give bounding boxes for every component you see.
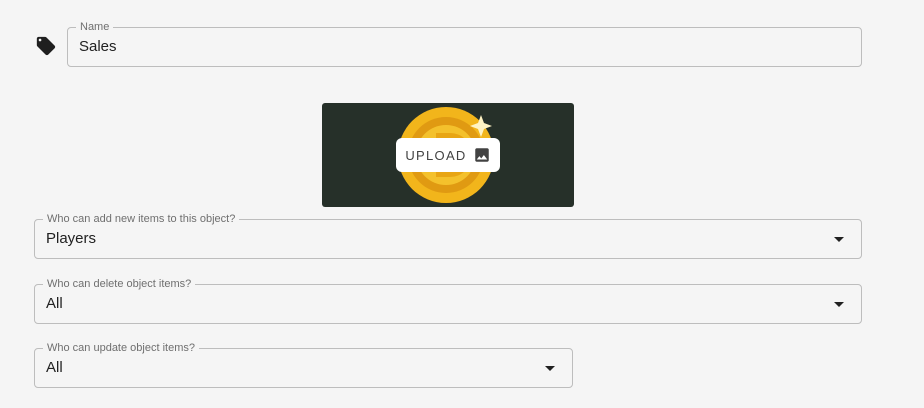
object-image-preview[interactable]: UPLOAD: [322, 103, 574, 207]
delete-permission-label: Who can delete object items?: [43, 277, 196, 291]
upload-button-label: UPLOAD: [405, 147, 467, 163]
tag-icon: [36, 36, 56, 56]
dropdown-arrow-icon[interactable]: [545, 366, 555, 371]
name-field-value[interactable]: Sales: [79, 38, 117, 56]
name-field-label: Name: [76, 20, 114, 34]
update-permission-select[interactable]: Who can update object items? All: [34, 341, 573, 388]
add-permission-value: Players: [46, 230, 97, 247]
dropdown-arrow-icon[interactable]: [834, 302, 844, 307]
dropdown-arrow-icon[interactable]: [834, 237, 844, 242]
update-permission-label: Who can update object items?: [43, 341, 199, 355]
add-permission-label: Who can add new items to this object?: [43, 212, 240, 226]
update-permission-value: All: [46, 359, 63, 376]
upload-button[interactable]: UPLOAD: [396, 138, 500, 172]
object-form: Name Sales UPLOAD Who can add new items …: [0, 0, 924, 408]
name-field[interactable]: Name Sales: [67, 20, 862, 67]
image-icon: [474, 148, 489, 162]
delete-permission-value: All: [46, 295, 63, 312]
delete-permission-select[interactable]: Who can delete object items? All: [34, 277, 862, 324]
add-permission-select[interactable]: Who can add new items to this object? Pl…: [34, 212, 862, 259]
